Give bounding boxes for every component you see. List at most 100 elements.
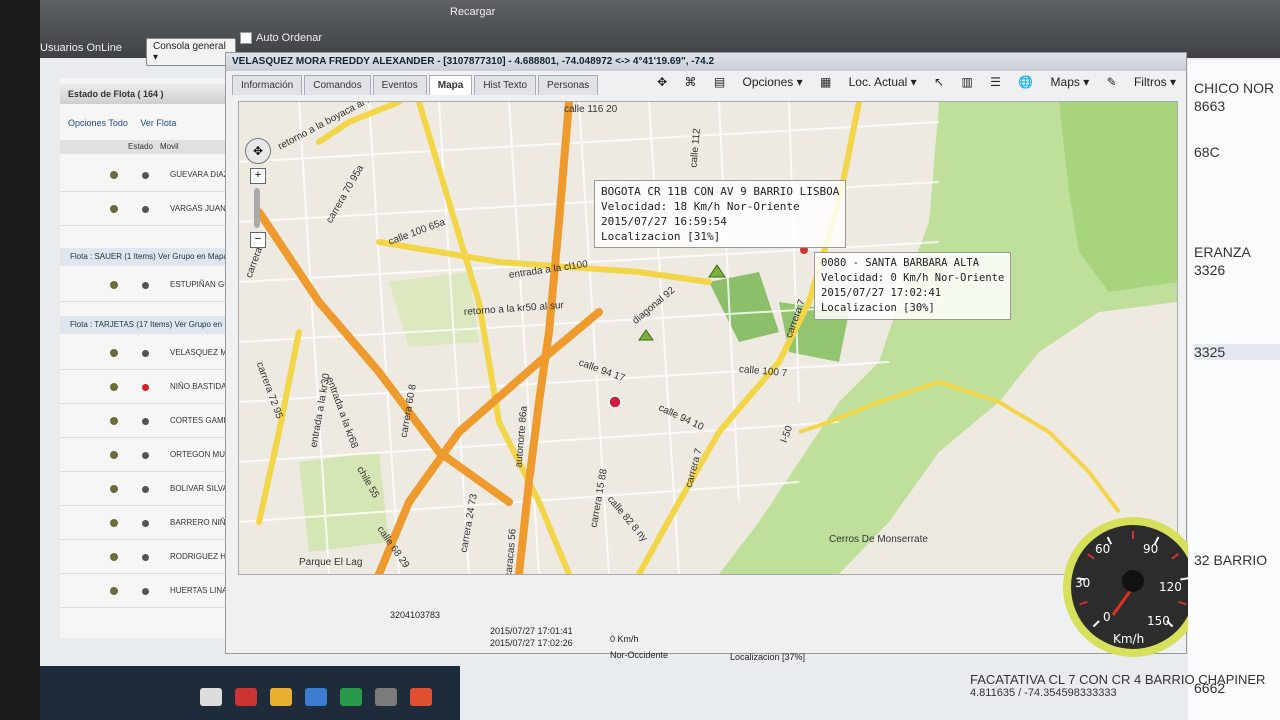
taskbar-app-icon[interactable]	[305, 688, 327, 706]
bottom-address: FACATATIVA CL 7 CON CR 4 BARRIO CHAPINER…	[970, 672, 1265, 699]
tab-map[interactable]: Mapa	[428, 75, 473, 95]
gauge-tick-label: 30	[1075, 576, 1090, 590]
vehicle-icon	[110, 171, 118, 179]
right-item: 8663	[1194, 98, 1226, 114]
pan-control-icon[interactable]: ✥	[245, 138, 271, 164]
sidebar-tools: Opciones Todo Ver Flota	[68, 118, 186, 128]
time2-cell: 2015/07/27 17:02:26	[490, 638, 573, 648]
park-area	[299, 452, 389, 552]
filters-label: Filtros	[1133, 75, 1167, 89]
bottom-address-text: FACATATIVA CL 7 CON CR 4 BARRIO CHAPINER	[970, 672, 1266, 687]
filters-menu[interactable]: ✎ Filtros ▾	[1107, 75, 1176, 89]
popup1-address: BOGOTA CR 11B CON AV 9 BARRIO LISBOA	[601, 185, 840, 198]
crosshair-icon[interactable]: ✥	[657, 75, 667, 89]
right-item: ERANZA	[1194, 244, 1251, 260]
gauge-unit: Km/h	[1113, 632, 1144, 646]
auto-order-label: Auto Ordenar	[256, 32, 323, 44]
vehicle-icon	[110, 519, 118, 527]
col-mobile: Movil	[160, 142, 179, 151]
loc-cell: Localizacion [37%]	[730, 652, 806, 662]
vehicle-marker[interactable]	[638, 329, 654, 341]
panel-title: VELASQUEZ MORA FREDDY ALEXANDER - [31078…	[226, 53, 1186, 71]
vehicle-icon	[110, 281, 118, 289]
tab-people[interactable]: Personas	[538, 75, 599, 95]
vehicle-icon	[110, 485, 118, 493]
popup2-speed: Velocidad: 0 Km/h Nor-Oriente	[821, 272, 1005, 284]
alert-marker[interactable]	[608, 395, 622, 409]
status-icon	[142, 486, 149, 493]
right-item: 32 BARRIO	[1194, 552, 1268, 568]
vehicle-icon	[110, 587, 118, 595]
map-view[interactable]: calle 116 20 retorno a la boyaca al norte…	[238, 101, 1178, 575]
reload-button[interactable]: Recargar	[450, 6, 495, 18]
popup1-time: 2015/07/27 16:59:54	[601, 215, 727, 228]
speed-cell: 0 Km/h	[610, 634, 639, 644]
status-icon	[142, 520, 149, 527]
panel-tabs: Información Comandos Eventos Mapa Hist Texto…	[232, 75, 600, 97]
tab-events[interactable]: Eventos	[372, 75, 427, 95]
popup2-location: Localizacion [30%]	[821, 302, 935, 314]
binoculars-icon[interactable]: ⌘	[685, 75, 697, 89]
zoom-out-button[interactable]: −	[250, 232, 266, 248]
zoom-slider[interactable]	[254, 188, 260, 228]
park-area	[709, 272, 779, 342]
right-list: CHICO NOR 8663 68C ERANZA 3326 3325 32 B…	[1188, 60, 1280, 720]
map-canvas	[239, 102, 1177, 574]
gauge-tick-label: 60	[1095, 542, 1110, 556]
heading-cell: Nor-Occidente	[610, 650, 669, 660]
status-icon	[142, 418, 149, 425]
screen: Usuarios OnLine Consola general ▾ Auto O…	[40, 0, 1280, 720]
users-online-label: Usuarios OnLine	[40, 42, 122, 54]
taskbar	[40, 666, 460, 720]
pointer-icon[interactable]: ↖	[934, 75, 944, 89]
vehicle-icon	[110, 451, 118, 459]
vehicle-icon	[110, 553, 118, 561]
tab-history[interactable]: Hist Texto	[474, 75, 537, 95]
zoom-control: ✥ + −	[245, 138, 271, 248]
view-fleet-button[interactable]: Ver Flota	[140, 118, 176, 128]
speedometer-dial: 0 30 60 90 120 150 Km/h	[1063, 517, 1203, 657]
location-menu[interactable]: ▦ Loc. Actual ▾	[820, 75, 917, 89]
street-label: Cerros De Monserrate	[829, 534, 928, 545]
vehicle-popup-1: BOGOTA CR 11B CON AV 9 BARRIO LISBOA Vel…	[594, 180, 847, 248]
options-menu[interactable]: ▤ Opciones ▾	[714, 75, 803, 89]
tab-commands[interactable]: Comandos	[304, 75, 371, 95]
layers-icon[interactable]: ☰	[990, 75, 1001, 89]
vehicle-marker[interactable]	[708, 264, 726, 278]
checkbox-icon	[240, 32, 252, 45]
options-label: Opciones	[742, 75, 794, 89]
status-icon	[142, 554, 149, 561]
taskbar-app-icon[interactable]	[375, 688, 397, 706]
taskbar-app-icon[interactable]	[270, 688, 292, 706]
zoom-in-button[interactable]: +	[250, 168, 266, 184]
status-icon	[142, 172, 149, 179]
vehicle-icon	[110, 417, 118, 425]
location-label: Loc. Actual	[848, 75, 908, 89]
taskbar-app-icon[interactable]	[235, 688, 257, 706]
maps-menu[interactable]: 🌐 Maps ▾	[1018, 75, 1089, 89]
phone-cell: 3204103783	[390, 610, 441, 620]
console-combo-value: Consola general	[153, 41, 226, 52]
taskbar-app-icon[interactable]	[410, 688, 432, 706]
bottom-address-coords: 4.811635 / -74.354598333333	[970, 687, 1117, 699]
chart-icon[interactable]: ▥	[961, 75, 972, 89]
taskbar-app-icon[interactable]	[200, 688, 222, 706]
right-item: CHICO NOR	[1194, 80, 1275, 96]
gauge-tick-label: 0	[1103, 610, 1111, 624]
console-combo[interactable]: Consola general ▾	[146, 38, 236, 66]
popup2-time: 2015/07/27 17:02:41	[821, 287, 942, 299]
vehicle-icon	[110, 205, 118, 213]
gauge-tick-label: 90	[1143, 542, 1158, 556]
gauge-tick-label: 150	[1147, 614, 1170, 628]
status-icon	[142, 350, 149, 357]
street-label: Parque El Lag	[299, 557, 363, 568]
taskbar-app-icon[interactable]	[340, 688, 362, 706]
tab-info[interactable]: Información	[232, 75, 303, 95]
vehicle-popup-2: 0080 - SANTA BARBARA ALTA Velocidad: 0 K…	[814, 252, 1012, 320]
auto-order-checkbox[interactable]: Auto Ordenar	[240, 32, 323, 45]
status-icon	[142, 206, 149, 213]
maps-label: Maps	[1050, 75, 1080, 89]
vehicle-icon	[110, 383, 118, 391]
options-all-button[interactable]: Opciones Todo	[68, 118, 128, 128]
time1-cell: 2015/07/27 17:01:41	[490, 626, 573, 636]
